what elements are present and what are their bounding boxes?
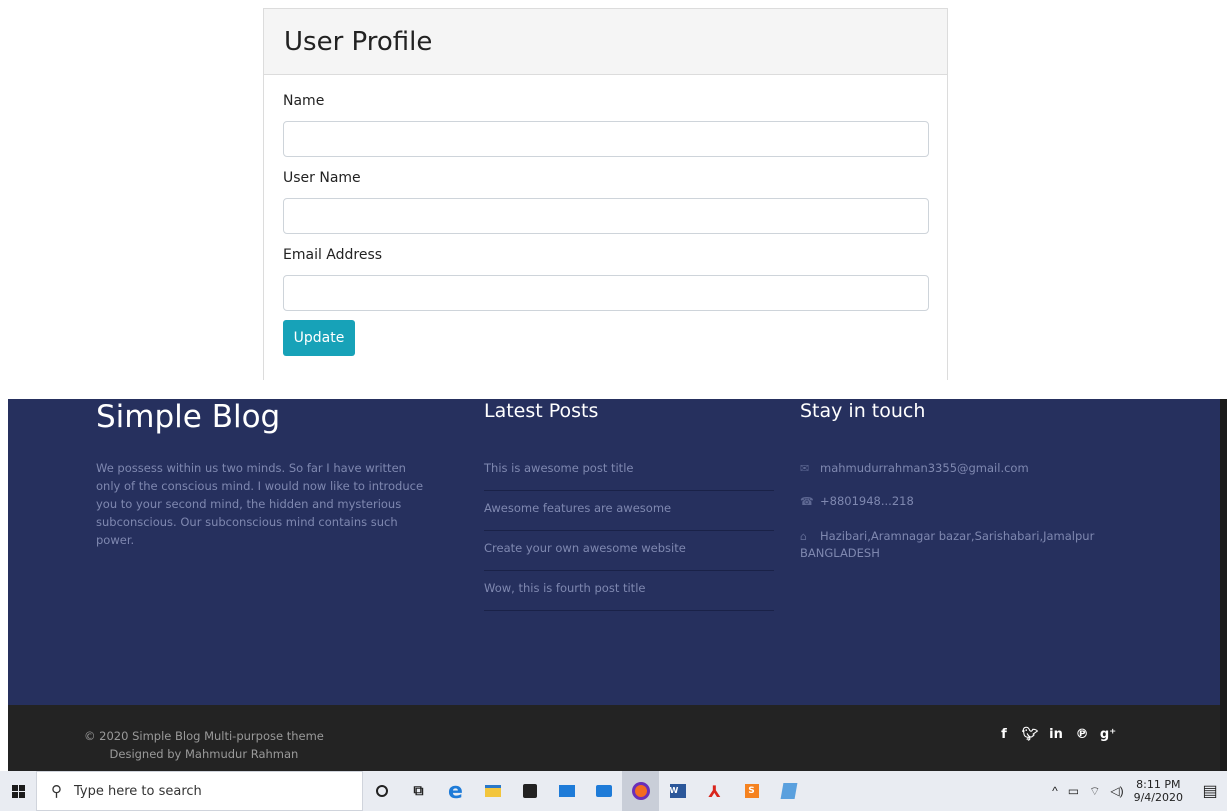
username-label: User Name [283, 170, 361, 186]
taskbar-search[interactable]: ⚲ Type here to search [36, 771, 363, 811]
start-button[interactable] [0, 771, 36, 811]
search-icon: ⚲ [51, 783, 62, 800]
email-input[interactable] [283, 275, 929, 311]
contact-address: ⌂ Hazibari,Aramnagar bazar,Sarishabari,Ja… [800, 528, 1120, 562]
name-label: Name [283, 93, 325, 109]
tray-icons: ^ ▭ ⌔ ◁) [1052, 784, 1124, 799]
pinterest-icon[interactable]: ℗ [1069, 727, 1095, 742]
footer-about-text: We possess within us two minds. So far I… [96, 461, 424, 547]
post-link[interactable]: Wow, this is fourth post title [484, 571, 774, 611]
google-plus-icon[interactable]: g⁺ [1095, 727, 1121, 742]
footer-brand[interactable]: Simple Blog [96, 399, 280, 435]
username-input[interactable] [283, 198, 929, 234]
edge-icon[interactable]: e [437, 771, 474, 811]
twitter-icon[interactable]: 🐦︎ [1017, 727, 1043, 742]
photos-icon[interactable] [585, 771, 622, 811]
name-input[interactable] [283, 121, 929, 157]
notepad-icon[interactable] [770, 771, 807, 811]
username-group: User Name [283, 170, 929, 234]
email-group: Email Address [283, 247, 929, 311]
social-links: f 🐦︎ in ℗ g⁺ [991, 727, 1121, 742]
taskbar-apps: ⧉ e W ⅄ S [363, 771, 807, 811]
email-text[interactable]: mahmudurrahman3355@gmail.com [820, 461, 1029, 475]
home-icon: ⌂ [800, 530, 807, 543]
battery-icon[interactable]: ▭ [1068, 784, 1079, 799]
windows-icon [11, 784, 25, 798]
email-label: Email Address [283, 247, 383, 263]
address-text: Hazibari,Aramnagar bazar,Sarishabari,Jam… [800, 529, 1095, 560]
stay-in-touch-title: Stay in touch [800, 400, 926, 422]
task-view-icon[interactable]: ⧉ [400, 771, 437, 811]
clock[interactable]: 8:11 PM 9/4/2020 [1134, 778, 1183, 804]
firefox-icon[interactable] [622, 771, 659, 811]
copyright: © 2020 Simple Blog Multi-purpose theme D… [84, 727, 324, 763]
facebook-icon[interactable]: f [991, 727, 1017, 742]
profile-form: Name User Name Email Address Update [264, 75, 947, 356]
chevron-up-icon[interactable]: ^ [1052, 784, 1058, 799]
sublime-icon[interactable]: S [733, 771, 770, 811]
name-group: Name [283, 93, 929, 157]
mail-icon[interactable] [548, 771, 585, 811]
latest-posts-list: This is awesome post title Awesome featu… [484, 451, 774, 611]
update-button[interactable]: Update [283, 320, 355, 356]
time-text: 8:11 PM [1136, 778, 1181, 791]
page-title: User Profile [284, 26, 433, 57]
footer-bottom: © 2020 Simple Blog Multi-purpose theme D… [8, 705, 1220, 771]
user-profile-card: User Profile Name User Name Email Addres… [263, 8, 948, 380]
page: User Profile Name User Name Email Addres… [0, 0, 1227, 811]
post-link[interactable]: Awesome features are awesome [484, 491, 774, 531]
wifi-icon[interactable]: ⌔ [1089, 784, 1100, 799]
acrobat-icon[interactable]: ⅄ [696, 771, 733, 811]
cortana-icon[interactable] [363, 771, 400, 811]
phone-icon: ☎ [800, 495, 814, 508]
footer: Simple Blog We possess within us two min… [8, 399, 1220, 705]
envelope-icon: ✉ [800, 462, 810, 475]
search-placeholder: Type here to search [74, 783, 202, 799]
scrollbar[interactable] [1220, 399, 1227, 771]
post-link[interactable]: This is awesome post title [484, 451, 774, 491]
copyright-text: © 2020 Simple Blog Multi-purpose theme [84, 729, 324, 743]
phone-text: +8801948...218 [820, 494, 914, 508]
date-text: 9/4/2020 [1133, 791, 1183, 804]
contact-email: ✉ mahmudurrahman3355@gmail.com [800, 460, 1120, 477]
taskbar: ⚲ Type here to search ⧉ e W ⅄ S ^ ▭ ⌔ ◁) [0, 771, 1227, 811]
latest-posts-title: Latest Posts [484, 400, 599, 422]
system-tray: ^ ▭ ⌔ ◁) 8:11 PM 9/4/2020 ▤ [1052, 771, 1227, 811]
file-explorer-icon[interactable] [474, 771, 511, 811]
word-icon[interactable]: W [659, 771, 696, 811]
contact-phone: ☎ +8801948...218 [800, 493, 1120, 510]
card-header: User Profile [264, 9, 947, 75]
store-icon[interactable] [511, 771, 548, 811]
notification-icon[interactable]: ▤ [1193, 781, 1227, 801]
designer-text: Designed by Mahmudur Rahman [109, 747, 299, 761]
post-link[interactable]: Create your own awesome website [484, 531, 774, 571]
speaker-icon[interactable]: ◁) [1110, 784, 1123, 799]
linkedin-icon[interactable]: in [1043, 727, 1069, 742]
